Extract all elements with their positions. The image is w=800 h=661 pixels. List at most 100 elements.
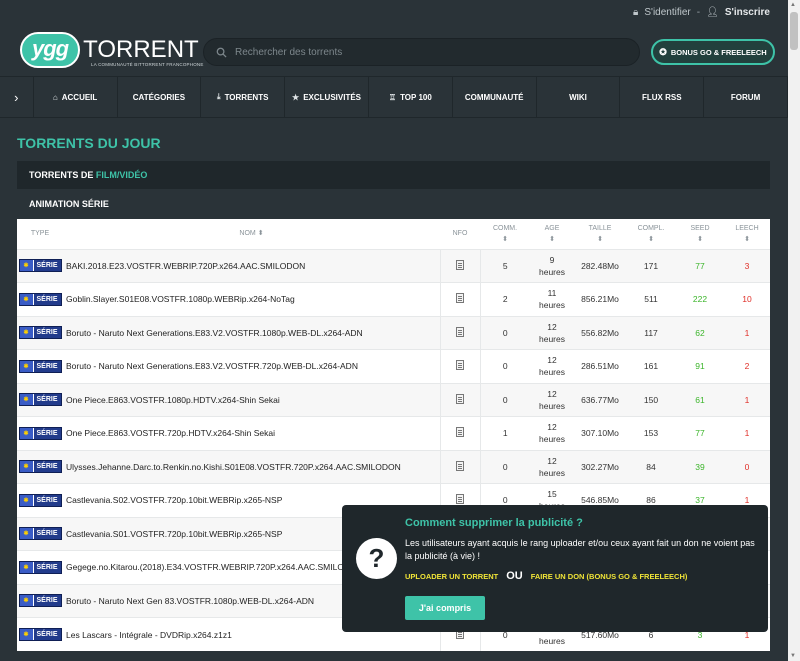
search-bar[interactable] <box>203 38 640 66</box>
col-seed[interactable]: SEED ⬍ <box>676 219 724 249</box>
nfo-file-icon[interactable] <box>456 494 464 505</box>
donate-link[interactable]: FAIRE UN DON (BONUS GO & FREELEECH) <box>531 572 688 581</box>
type-cell: ✱ SÉRIE <box>17 315 63 350</box>
age-unit: heures <box>539 367 565 378</box>
size-cell: 286.51Mo <box>574 349 626 383</box>
serie-badge[interactable]: ✱ SÉRIE <box>18 493 62 507</box>
torrent-name-link[interactable]: Ulysses.Jehanne.Darc.to.Renkin.no.Kishi.… <box>63 449 440 484</box>
col-compl[interactable]: COMPL. ⬍ <box>626 219 676 249</box>
site-logo[interactable]: ygg TORRENT LA COMMUNAUTÉ BITTORRENT FRA… <box>20 28 210 72</box>
page-scrollbar[interactable]: ▲ ▼ <box>788 0 800 661</box>
age-cell: 9 heures <box>530 248 574 283</box>
torrent-name-link[interactable]: One Piece.E863.VOSTFR.1080p.HDTV.x264-Sh… <box>63 382 440 417</box>
nav-item-forum[interactable]: FORUM <box>704 77 788 117</box>
table-row: ✱ SÉRIE Boruto - Naruto Next Generations.E… <box>17 315 770 350</box>
seed-count: 77 <box>676 416 724 450</box>
nav-item-label: EXCLUSIVITÉS <box>303 92 362 102</box>
col-comm[interactable]: COMM. ⬍ <box>480 219 530 249</box>
nfo-cell <box>439 349 481 383</box>
nfo-file-icon[interactable] <box>456 259 464 270</box>
nav-item-categories[interactable]: CATÉGORIES <box>118 77 202 117</box>
age-cell: 12 heures <box>530 349 574 383</box>
comments-count: 0 <box>480 349 530 383</box>
section-prefix: TORRENTS DE <box>29 170 94 180</box>
serie-badge[interactable]: ✱ SÉRIE <box>18 628 62 641</box>
separator: - <box>696 6 701 18</box>
popup-title: Comment supprimer la publicité ? <box>405 517 583 529</box>
serie-badge[interactable]: ✱ SÉRIE <box>18 527 62 541</box>
section-category-link[interactable]: FILM/VIDÉO <box>96 170 148 180</box>
nav-item-wiki[interactable]: WIKI <box>537 77 621 117</box>
flag-icon: ✱ <box>19 327 34 339</box>
badge-label: SÉRIE <box>36 597 58 605</box>
age-unit: heures <box>539 434 565 445</box>
leech-count: 1 <box>724 416 770 450</box>
leech-count: 2 <box>724 349 770 383</box>
serie-badge[interactable]: ✱ SÉRIE <box>18 326 62 340</box>
serie-badge[interactable]: ✱ SÉRIE <box>18 460 62 474</box>
login-link[interactable]: S'identifier <box>644 7 690 18</box>
sort-icon: ⬍ <box>502 235 508 243</box>
serie-badge[interactable]: ✱ SÉRIE <box>18 359 62 373</box>
site-header: ygg TORRENT LA COMMUNAUTÉ BITTORRENT FRA… <box>0 24 800 76</box>
nav-item-top100[interactable]: ♖ TOP 100 <box>369 77 453 117</box>
nfo-file-icon[interactable] <box>456 393 464 404</box>
nav-item-label: TORRENTS <box>224 92 269 102</box>
star-icon: ✪ <box>659 46 667 57</box>
serie-badge[interactable]: ✱ SÉRIE <box>18 560 62 574</box>
torrent-name-link[interactable]: Boruto - Naruto Next Generations.E83.V2.… <box>63 315 440 350</box>
torrent-name-link[interactable]: BAKI.2018.E23.VOSTFR.WEBRIP.720P.x264.AA… <box>63 248 440 283</box>
seed-count: 91 <box>676 349 724 383</box>
col-leech[interactable]: LEECH ⬍ <box>724 219 770 249</box>
nav-item-label: TOP 100 <box>400 92 432 102</box>
col-name[interactable]: NOM ⬍ <box>63 219 440 249</box>
serie-badge[interactable]: ✱ SÉRIE <box>18 259 62 273</box>
age-unit: heures <box>539 333 565 344</box>
scrollbar-thumb[interactable] <box>790 12 798 50</box>
nav-item-accueil[interactable]: ⌂ ACCUEIL <box>34 77 118 117</box>
badge-label: SÉRIE <box>36 262 58 270</box>
torrent-name-link[interactable]: Boruto - Naruto Next Generations.E83.V2.… <box>63 349 440 383</box>
nav-item-rss[interactable]: FLUX RSS <box>620 77 705 117</box>
nfo-file-icon[interactable] <box>456 460 464 471</box>
nfo-file-icon[interactable] <box>456 427 464 438</box>
completed-count: 511 <box>626 282 676 316</box>
age-cell: 12 heures <box>530 315 574 350</box>
col-size[interactable]: TAILLE ⬍ <box>574 219 626 249</box>
register-link[interactable]: S'inscrire <box>725 7 770 18</box>
col-age[interactable]: AGE ⬍ <box>530 219 574 249</box>
logo-torrent-text: TORRENT <box>83 36 199 63</box>
torrent-name-link[interactable]: Goblin.Slayer.S01E08.VOSTFR.1080p.WEBRip… <box>63 282 440 316</box>
bonus-button[interactable]: ✪ BONUS GO & FREELEECH <box>651 39 775 65</box>
question-icon: ? <box>356 538 397 579</box>
serie-badge[interactable]: ✱ SÉRIE <box>18 594 62 608</box>
size-cell: 856.21Mo <box>574 282 626 316</box>
nav-item-exclusivites[interactable]: ★ EXCLUSIVITÉS <box>285 77 369 117</box>
serie-badge[interactable]: ✱ SÉRIE <box>18 292 62 306</box>
serie-badge[interactable]: ✱ SÉRIE <box>18 393 62 407</box>
nfo-file-icon[interactable] <box>456 326 464 337</box>
size-cell: 307.10Mo <box>574 416 626 450</box>
age-cell: 11 heures <box>530 282 574 316</box>
age-unit: heures <box>539 400 565 411</box>
nav-item-communaute[interactable]: COMMUNAUTÉ <box>453 77 537 117</box>
nfo-cell <box>439 416 481 450</box>
uploader-link[interactable]: UPLOADER UN TORRENT <box>405 572 498 581</box>
col-label: SEED <box>690 224 710 232</box>
nav-toggle-button[interactable]: › <box>0 77 34 117</box>
torrent-name-link[interactable]: One Piece.E863.VOSTFR.720p.HDTV.x264-Shi… <box>63 416 440 450</box>
nav-item-label: COMMUNAUTÉ <box>464 92 524 102</box>
nav-item-torrents[interactable]: ⤓ TORRENTS <box>201 77 286 117</box>
serie-badge[interactable]: ✱ SÉRIE <box>18 426 62 440</box>
search-input[interactable] <box>235 46 615 58</box>
understood-button[interactable]: J'ai compris <box>405 596 485 620</box>
nfo-file-icon[interactable] <box>456 360 464 371</box>
nav-item-label: ACCUEIL <box>61 92 98 102</box>
sort-icon: ⬍ <box>648 235 654 243</box>
completed-count: 150 <box>626 382 676 417</box>
flag-icon: ✱ <box>19 394 34 406</box>
scroll-down-icon[interactable]: ▼ <box>790 653 796 659</box>
scroll-up-icon[interactable]: ▲ <box>790 2 796 8</box>
nav-item-label: WIKI <box>569 92 587 102</box>
nfo-file-icon[interactable] <box>456 293 464 304</box>
